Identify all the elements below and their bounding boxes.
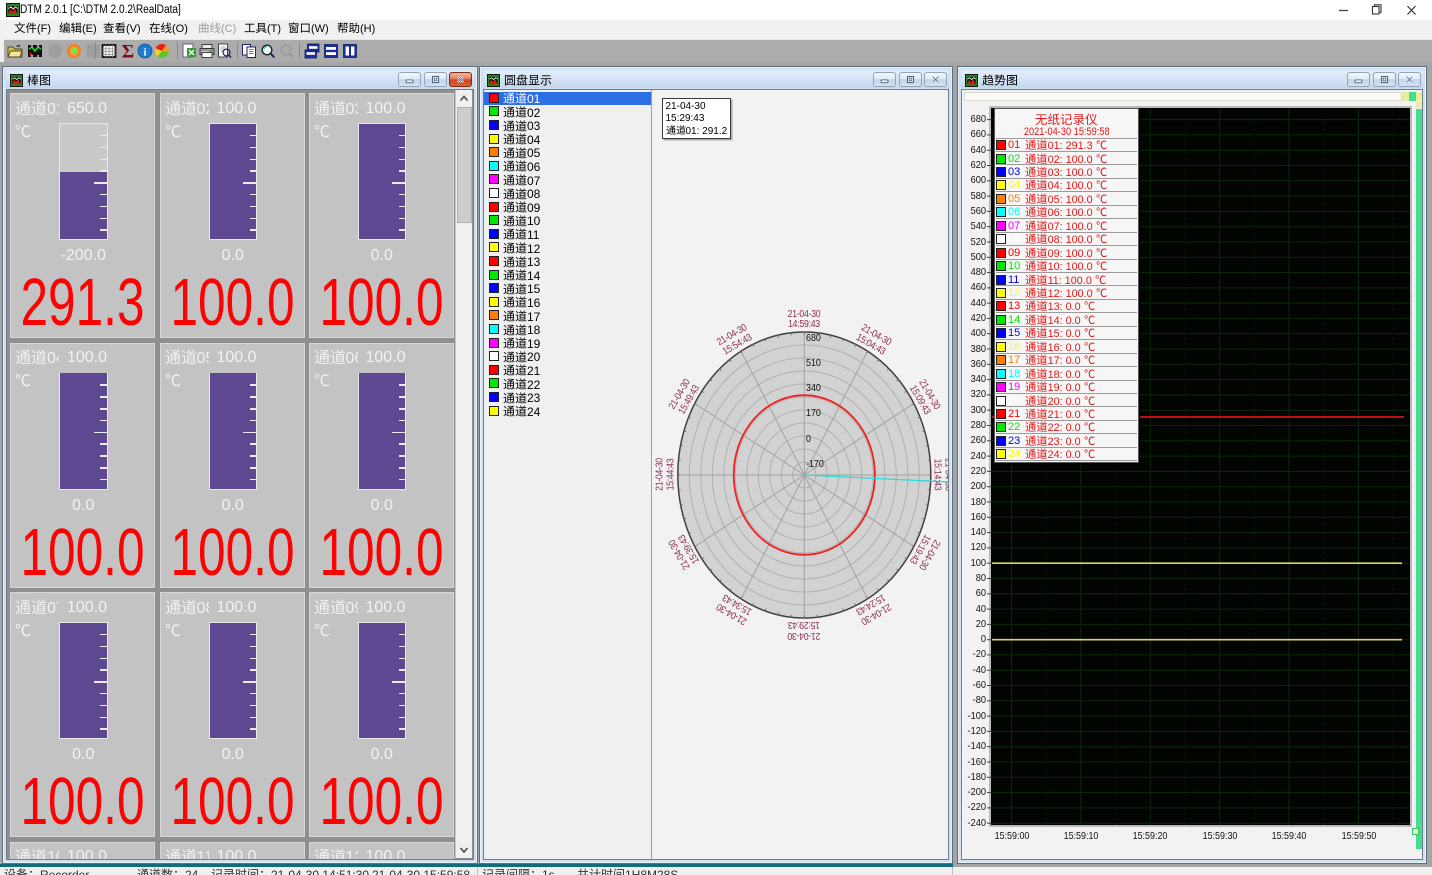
svg-text:Σ: Σ	[122, 43, 134, 59]
svg-text:i: i	[143, 47, 146, 59]
